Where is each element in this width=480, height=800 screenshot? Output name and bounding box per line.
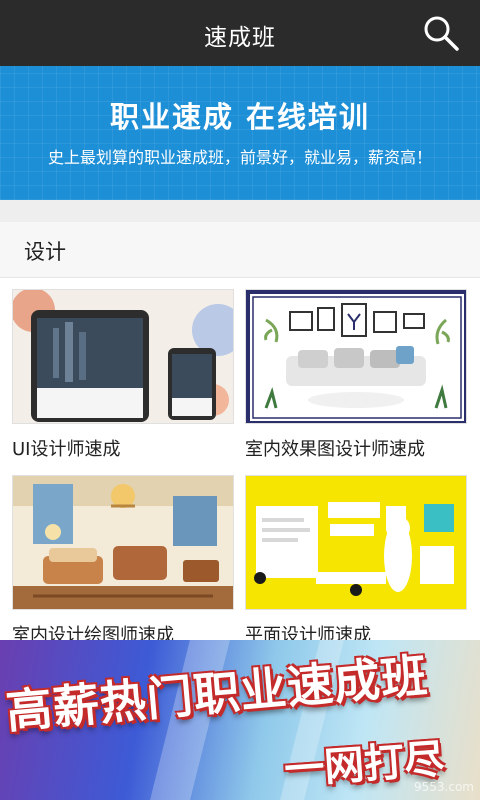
course-thumbnail: [245, 289, 467, 424]
interior-sketch-image: [13, 476, 233, 609]
course-card-graphic-design[interactable]: 平面设计师速成: [245, 475, 467, 647]
banner-subtitle: 史上最划算的职业速成班，前景好，就业易，薪资高！: [47, 148, 432, 167]
promo-overlay[interactable]: 高薪热门职业速成班 一网打尽 9553.com: [0, 640, 480, 800]
course-thumbnail: [12, 289, 234, 424]
watermark: 9553.com: [414, 780, 474, 794]
page-title: 速成班: [204, 25, 276, 51]
section-title: 设计: [24, 240, 66, 264]
divider-band: [0, 200, 480, 222]
section-header: 设计: [0, 222, 480, 278]
course-card-interior-render[interactable]: 室内效果图设计师速成: [245, 289, 467, 461]
search-icon[interactable]: [422, 14, 460, 52]
course-label: 室内效果图设计师速成: [245, 439, 425, 460]
course-label: UI设计师速成: [12, 439, 121, 460]
tablet-phone-image: [13, 290, 233, 422]
living-room-image: [246, 290, 466, 423]
app-header: 速成班: [0, 0, 480, 66]
course-thumbnail: [245, 475, 467, 610]
course-card-interior-drafting[interactable]: 室内设计绘图师速成: [12, 475, 234, 647]
course-card-ui[interactable]: UI设计师速成: [12, 289, 234, 461]
course-thumbnail: [12, 475, 234, 610]
promo-banner[interactable]: 职业速成 在线培训 史上最划算的职业速成班，前景好，就业易，薪资高！: [0, 66, 480, 200]
banner-headline: 职业速成 在线培训: [109, 100, 371, 134]
brand-stationery-image: [254, 502, 454, 596]
